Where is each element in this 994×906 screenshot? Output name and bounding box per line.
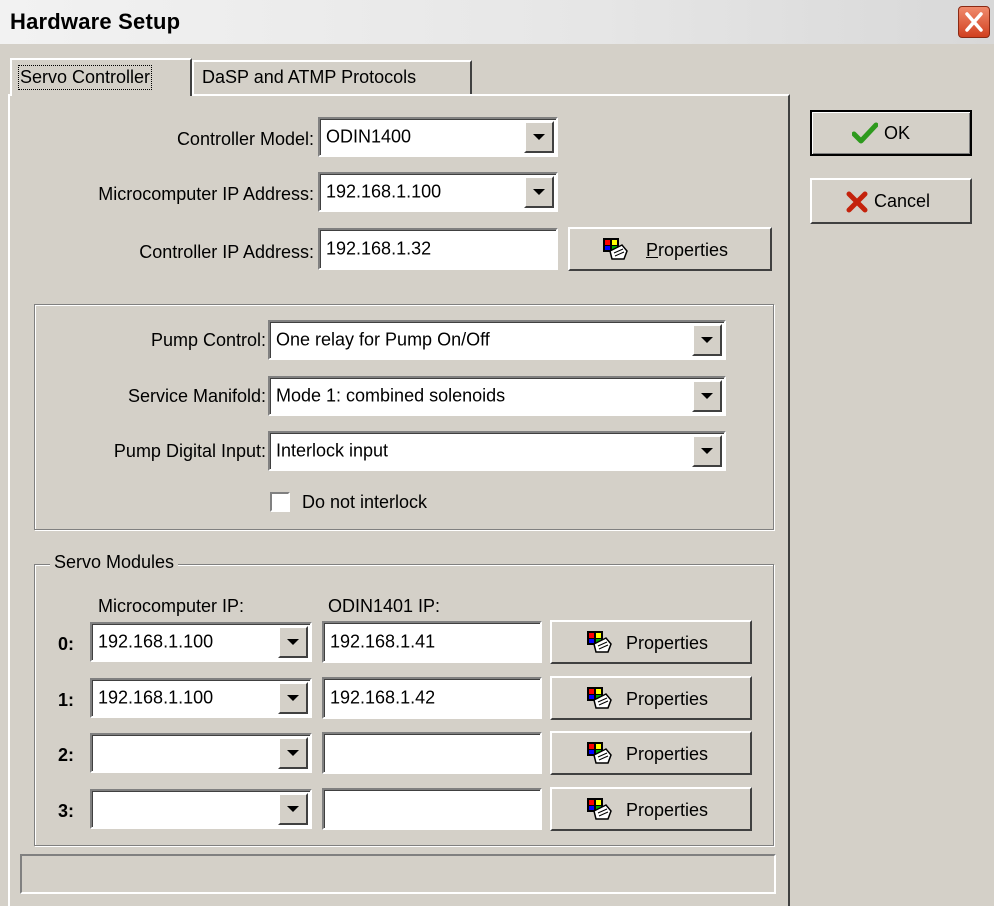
pump-control-label: Pump Control: (150, 330, 266, 350)
servo-micro-ip-select[interactable]: 192.168.1.100 (90, 622, 312, 662)
status-strip (20, 854, 776, 894)
servo-micro-ip-select[interactable] (90, 733, 312, 773)
controller-ip-field[interactable]: 192.168.1.32 (318, 228, 558, 270)
controller-model-label: Controller Model: (176, 129, 314, 149)
controller-model-select[interactable]: ODIN1400 (318, 117, 558, 157)
properties-icon (587, 631, 612, 653)
servo-properties-label: Properties (626, 800, 709, 820)
pump-control-value: One relay for Pump On/Off (276, 329, 490, 350)
servo-micro-ip-value: 192.168.1.100 (98, 687, 214, 708)
chevron-down-icon[interactable] (692, 324, 722, 356)
controller-model-value: ODIN1400 (326, 126, 412, 147)
tab-servo-controller[interactable]: Servo Controller (10, 58, 192, 96)
servo-odin-ip-field[interactable] (322, 788, 542, 830)
do-not-interlock-checkbox[interactable] (270, 492, 290, 512)
controller-ip-label: Controller IP Address: (139, 242, 314, 262)
servo-row-number: 0: (58, 634, 75, 654)
pump-control-select[interactable]: One relay for Pump On/Off (268, 320, 726, 360)
servo-odin-ip-value: 192.168.1.42 (330, 687, 436, 708)
chevron-down-icon[interactable] (524, 176, 554, 208)
properties-icon (587, 687, 612, 709)
service-manifold-label: Service Manifold: (127, 386, 266, 406)
properties-icon (587, 742, 612, 764)
ok-label: OK (884, 123, 911, 143)
cancel-button[interactable]: Cancel (810, 178, 972, 224)
servo-properties-label: Properties (626, 633, 709, 653)
controller-properties-label: Properties (646, 240, 729, 260)
servo-row-number: 2: (58, 745, 75, 765)
checkmark-icon (852, 122, 878, 144)
servo-micro-ip-value: 192.168.1.100 (98, 631, 214, 652)
pump-digital-input-value: Interlock input (276, 440, 389, 461)
servo-row-number: 1: (58, 690, 75, 710)
pump-digital-input-select[interactable]: Interlock input (268, 431, 726, 471)
tab-dasp-atmp[interactable]: DaSP and ATMP Protocols (192, 60, 472, 94)
servo-properties-label: Properties (626, 744, 709, 764)
servo-properties-button[interactable]: Properties (550, 620, 752, 664)
cancel-label: Cancel (874, 191, 931, 211)
micro-ip-label: Microcomputer IP Address: (98, 184, 314, 204)
properties-icon (603, 238, 628, 260)
do-not-interlock-label[interactable]: Do not interlock (302, 492, 427, 513)
service-manifold-value: Mode 1: combined solenoids (276, 385, 506, 406)
title-bar: Hardware Setup (0, 0, 994, 44)
chevron-down-icon[interactable] (692, 380, 722, 412)
servo-properties-label: Properties (626, 689, 709, 709)
close-icon[interactable] (958, 6, 990, 38)
tab-dasp-atmp-label: DaSP and ATMP Protocols (202, 67, 417, 87)
properties-icon (587, 798, 612, 820)
tab-servo-controller-label: Servo Controller (17, 65, 153, 90)
chevron-down-icon[interactable] (278, 737, 308, 769)
controller-ip-value: 192.168.1.32 (326, 238, 432, 259)
cancel-x-icon (846, 191, 868, 213)
chevron-down-icon[interactable] (692, 435, 722, 467)
chevron-down-icon[interactable] (524, 121, 554, 153)
service-manifold-select[interactable]: Mode 1: combined solenoids (268, 376, 726, 416)
pump-digital-input-label: Pump Digital Input: (113, 441, 266, 461)
servo-odin-ip-value: 192.168.1.41 (330, 631, 436, 652)
servo-modules-title: Servo Modules (50, 552, 179, 573)
ok-button[interactable]: OK (810, 110, 972, 156)
chevron-down-icon[interactable] (278, 626, 308, 658)
window-title: Hardware Setup (10, 9, 181, 34)
micro-ip-select[interactable]: 192.168.1.100 (318, 172, 558, 212)
col-odin1401-ip: ODIN1401 IP: (328, 596, 441, 616)
servo-odin-ip-field[interactable]: 192.168.1.41 (322, 621, 542, 663)
controller-properties-button[interactable]: Properties (568, 227, 772, 271)
chevron-down-icon[interactable] (278, 793, 308, 825)
servo-micro-ip-select[interactable]: 192.168.1.100 (90, 678, 312, 718)
col-microcomputer-ip: Microcomputer IP: (98, 596, 245, 616)
servo-row-number: 3: (58, 801, 75, 821)
micro-ip-value: 192.168.1.100 (326, 181, 442, 202)
chevron-down-icon[interactable] (278, 682, 308, 714)
servo-properties-button[interactable]: Properties (550, 731, 752, 775)
servo-micro-ip-select[interactable] (90, 789, 312, 829)
servo-properties-button[interactable]: Properties (550, 676, 752, 720)
servo-odin-ip-field[interactable] (322, 732, 542, 774)
servo-odin-ip-field[interactable]: 192.168.1.42 (322, 677, 542, 719)
servo-properties-button[interactable]: Properties (550, 787, 752, 831)
